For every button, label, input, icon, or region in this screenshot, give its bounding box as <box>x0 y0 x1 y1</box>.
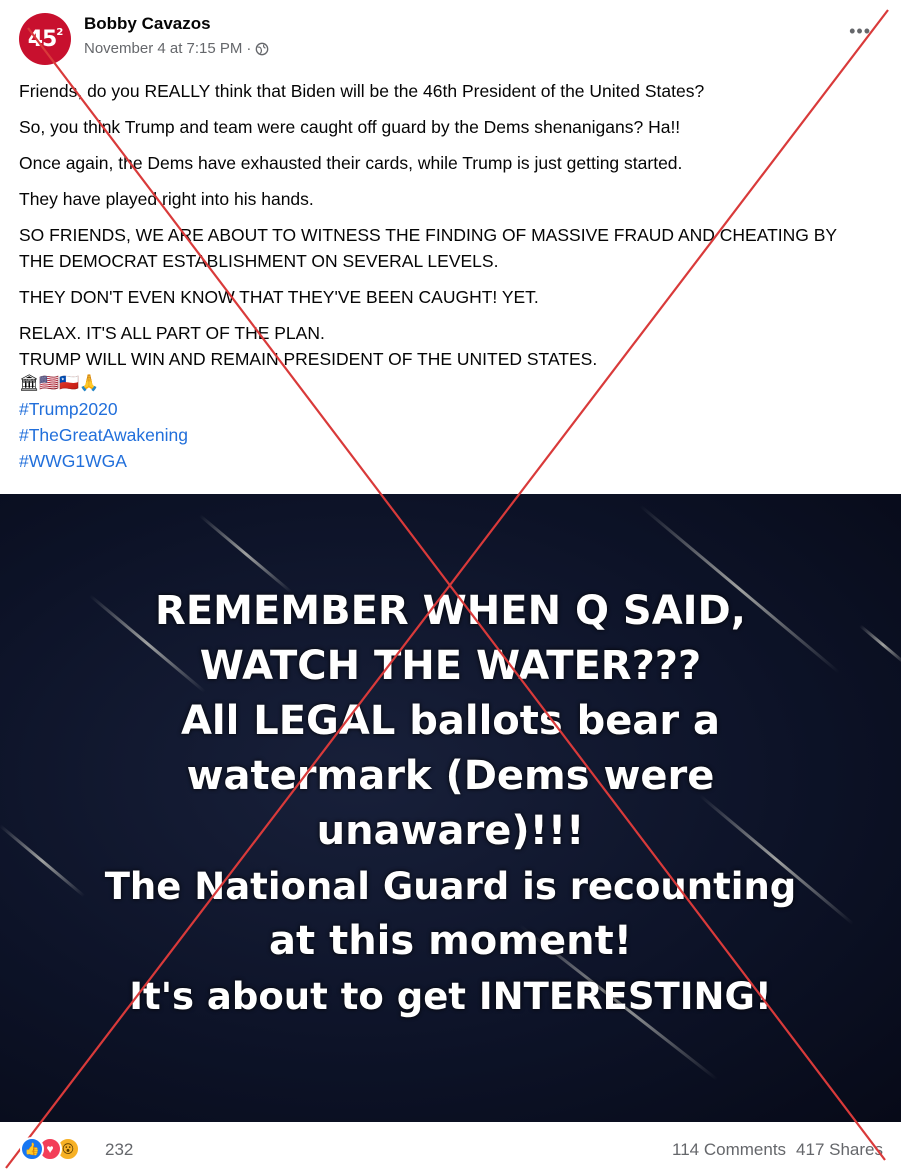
image-text-line: All LEGAL ballots bear a <box>180 698 721 744</box>
meta-separator: · <box>246 40 252 57</box>
reaction-count[interactable]: 232 <box>105 1140 133 1160</box>
post-paragraph: RELAX. IT'S ALL PART OF THE PLAN. <box>19 323 325 343</box>
light-streak <box>199 514 293 594</box>
hashtag-link[interactable]: #TheGreatAwakening <box>19 422 889 448</box>
globe-icon[interactable] <box>255 42 269 56</box>
post-paragraph: THEY DON'T EVEN KNOW THAT THEY'VE BEEN C… <box>19 287 539 307</box>
post-image[interactable]: REMEMBER WHEN Q SAID, WATCH THE WATER???… <box>0 494 901 1122</box>
hashtag-link[interactable]: #WWG1WGA <box>19 448 889 474</box>
image-text-line: WATCH THE WATER??? <box>199 643 702 689</box>
post-body: Friends, do you REALLY think that Biden … <box>19 78 889 474</box>
post-paragraph: Friends, do you REALLY think that Biden … <box>19 81 705 101</box>
avatar-logo-text: 452 <box>27 26 64 52</box>
image-caption: REMEMBER WHEN Q SAID, WATCH THE WATER???… <box>0 584 901 1024</box>
like-icon: 👍 <box>20 1137 44 1161</box>
image-text-line: It's about to get INTERESTING! <box>129 975 772 1018</box>
author-name[interactable]: Bobby Cavazos <box>84 14 211 34</box>
image-text-line: The National Guard is recounting <box>104 865 797 908</box>
post-paragraph: They have played right into his hands. <box>19 189 314 209</box>
post-meta: November 4 at 7:15 PM · <box>84 40 269 57</box>
comments-count[interactable]: 114 Comments <box>672 1140 786 1160</box>
reactions-summary[interactable]: 👍 ♥ 😮 <box>20 1136 80 1162</box>
emoji-row: 🏛🇺🇸🇨🇱🙏 <box>19 375 100 392</box>
post-timestamp[interactable]: November 4 at 7:15 PM <box>84 40 242 57</box>
author-avatar[interactable]: 452 <box>19 13 71 65</box>
engagement-stats: 114 Comments 417 Shares <box>672 1140 883 1160</box>
shares-count[interactable]: 417 Shares <box>796 1140 883 1160</box>
post-paragraph: So, you think Trump and team were caught… <box>19 117 681 137</box>
post-paragraph: Once again, the Dems have exhausted thei… <box>19 153 683 173</box>
post-paragraph: SO FRIENDS, WE ARE ABOUT TO WITNESS THE … <box>19 225 837 271</box>
image-text-line: watermark (Dems were <box>186 753 715 799</box>
image-text-line: unaware)!!! <box>316 808 585 854</box>
post-footer: 👍 ♥ 😮 232 114 Comments 417 Shares <box>0 1122 901 1172</box>
post-header: 452 Bobby Cavazos November 4 at 7:15 PM … <box>0 0 901 72</box>
image-text-line: at this moment! <box>269 918 632 964</box>
image-text-line: REMEMBER WHEN Q SAID, <box>155 588 746 634</box>
post-paragraph: TRUMP WILL WIN AND REMAIN PRESIDENT OF T… <box>19 349 598 369</box>
hashtag-link[interactable]: #Trump2020 <box>19 396 889 422</box>
more-options-icon[interactable]: ••• <box>849 22 871 40</box>
